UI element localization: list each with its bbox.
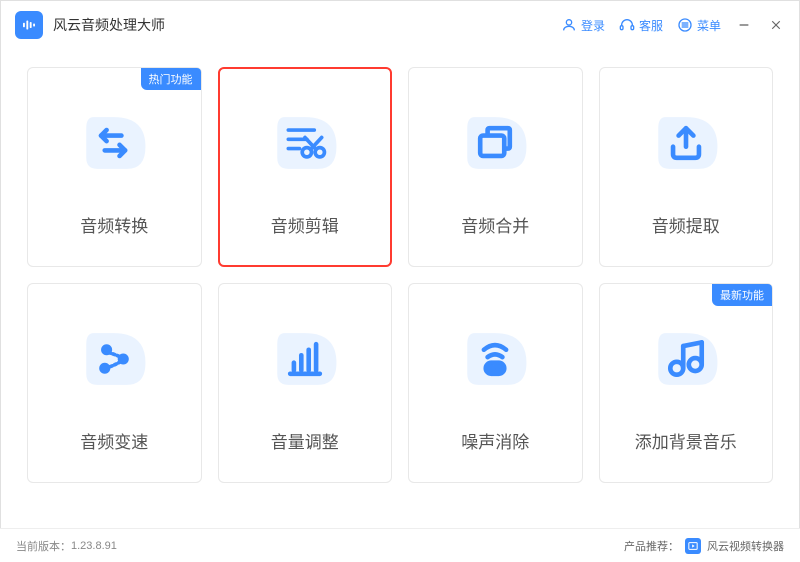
card-volume-adjust[interactable]: 音量调整	[218, 283, 393, 483]
minimize-button[interactable]	[735, 16, 753, 34]
speed-icon	[76, 322, 152, 396]
rec-label: 产品推荐：	[624, 538, 679, 554]
close-button[interactable]	[767, 16, 785, 34]
footer: 当前版本： 1.23.8.91 产品推荐： 风云视频转换器	[0, 528, 800, 562]
card-label: 音频变速	[80, 428, 148, 453]
version-value: 1.23.8.91	[71, 540, 117, 552]
titlebar-actions: 登录 客服 菜单	[561, 16, 785, 34]
card-audio-convert[interactable]: 热门功能 音频转换	[27, 67, 202, 267]
card-audio-speed[interactable]: 音频变速	[27, 283, 202, 483]
convert-icon	[76, 106, 152, 180]
rec-product-icon	[685, 538, 701, 554]
card-label: 音频剪辑	[271, 212, 339, 237]
card-audio-merge[interactable]: 音频合并	[408, 67, 583, 267]
card-label: 音量调整	[271, 428, 339, 453]
main-grid: 热门功能 音频转换 音频剪辑 音频合并 音频提取	[1, 49, 799, 483]
badge-new: 最新功能	[712, 284, 772, 306]
menu-button[interactable]: 菜单	[677, 17, 721, 34]
card-label: 音频提取	[652, 212, 720, 237]
extract-icon	[648, 106, 724, 180]
card-label: 添加背景音乐	[635, 428, 737, 453]
badge-hot: 热门功能	[141, 68, 201, 90]
denoise-icon	[457, 322, 533, 396]
card-audio-extract[interactable]: 音频提取	[599, 67, 774, 267]
login-button[interactable]: 登录	[561, 17, 605, 34]
volume-icon	[267, 322, 343, 396]
login-label: 登录	[581, 17, 605, 34]
app-title: 风云音频处理大师	[53, 15, 165, 35]
card-audio-cut[interactable]: 音频剪辑	[218, 67, 393, 267]
titlebar: 风云音频处理大师 登录 客服 菜单	[1, 1, 799, 49]
app-logo-icon	[15, 11, 43, 39]
product-recommend[interactable]: 产品推荐： 风云视频转换器	[624, 538, 784, 554]
card-add-bgm[interactable]: 最新功能 添加背景音乐	[599, 283, 774, 483]
rec-product-name: 风云视频转换器	[707, 538, 784, 554]
card-label: 音频转换	[80, 212, 148, 237]
card-label: 噪声消除	[461, 428, 529, 453]
cut-icon	[267, 106, 343, 180]
music-icon	[648, 322, 724, 396]
merge-icon	[457, 106, 533, 180]
card-noise-remove[interactable]: 噪声消除	[408, 283, 583, 483]
menu-label: 菜单	[697, 17, 721, 34]
support-label: 客服	[639, 17, 663, 34]
card-label: 音频合并	[461, 212, 529, 237]
support-button[interactable]: 客服	[619, 17, 663, 34]
version-label: 当前版本：	[16, 538, 71, 554]
